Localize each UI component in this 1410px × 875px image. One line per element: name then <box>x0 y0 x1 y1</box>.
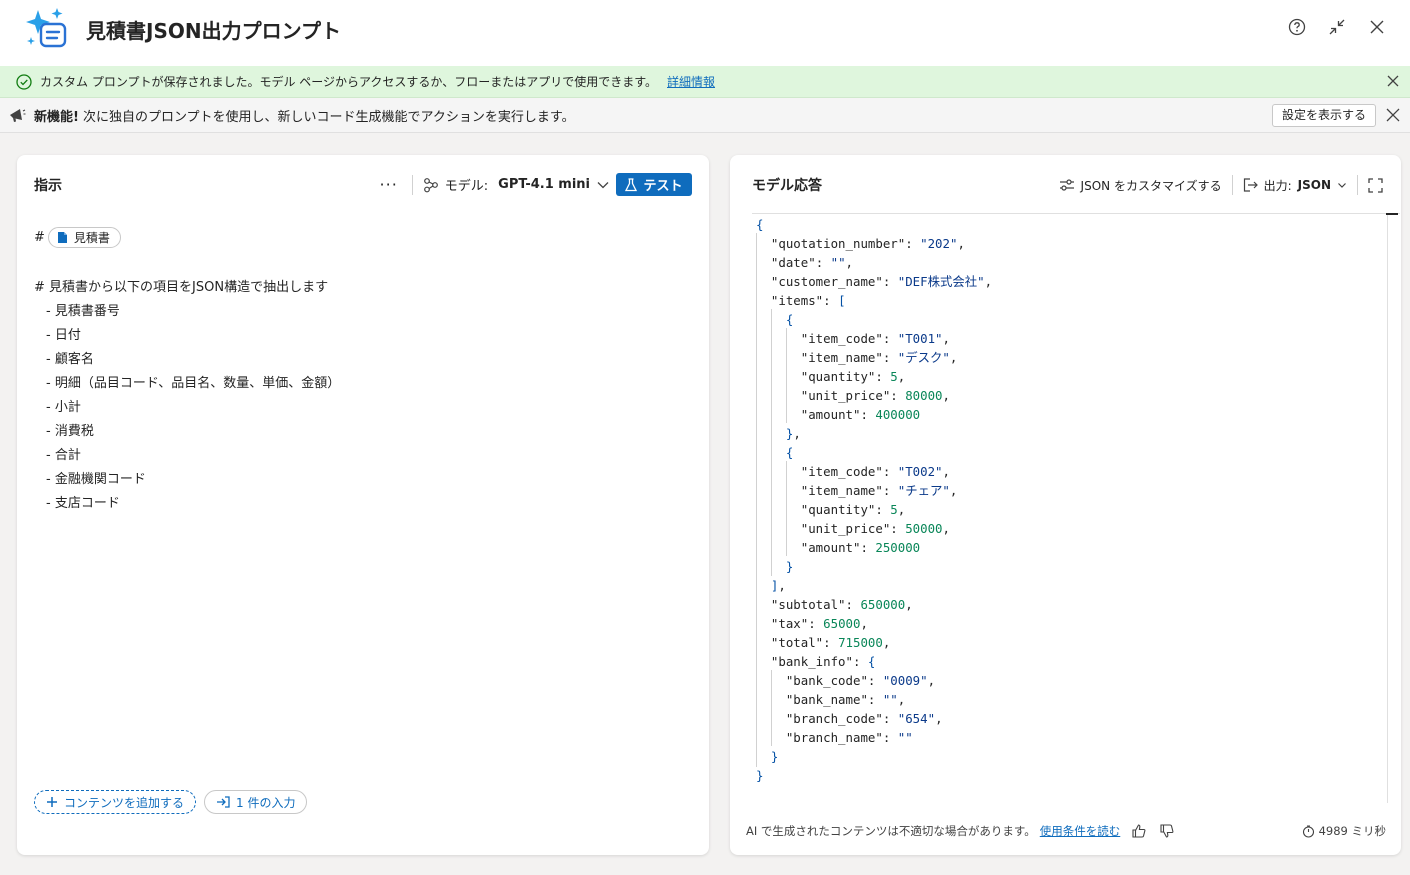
divider <box>752 213 1400 214</box>
plus-icon <box>47 797 57 807</box>
divider <box>1357 175 1358 195</box>
inputs-label: 1 件の入力 <box>236 795 296 810</box>
document-icon <box>57 232 67 243</box>
megaphone-icon <box>10 109 26 122</box>
success-message: カスタム プロンプトが保存されました。モデル ページからアクセスするか、フローま… <box>40 75 657 89</box>
instruction-heading: # 見積書から以下の項目をJSON構造で抽出します <box>34 280 329 295</box>
customize-json-button[interactable]: JSON をカスタマイズする <box>1059 177 1222 194</box>
model-icon <box>423 177 438 192</box>
check-circle-icon <box>16 73 32 90</box>
collapse-icon[interactable] <box>1326 16 1348 38</box>
input-chip-label: 見積書 <box>73 231 110 245</box>
close-icon[interactable] <box>1386 74 1400 88</box>
divider <box>1231 175 1233 195</box>
test-button-label: テスト <box>643 179 683 194</box>
add-content-label: コンテンツを追加する <box>64 795 185 810</box>
new-feature-banner: 新機能! 次に独自のプロンプトを使用し、新しいコード生成機能でアクションを実行し… <box>0 98 1410 133</box>
inputs-button[interactable]: 1 件の入力 <box>204 790 308 814</box>
close-icon[interactable] <box>1366 16 1388 38</box>
output-format-dropdown[interactable]: 出力: JSON <box>1243 177 1347 194</box>
details-link[interactable]: 詳細情報 <box>667 73 715 90</box>
elapsed-time-value: 4989 ミリ秒 <box>1318 824 1386 838</box>
close-icon[interactable] <box>1386 108 1400 122</box>
ai-disclaimer: AI で生成されたコンテンツは不適切な場合があります。 <box>746 824 1036 838</box>
response-footer: AI で生成されたコンテンツは不適切な場合があります。 使用条件を読む 4989… <box>746 823 1386 839</box>
scrollbar-thumb[interactable] <box>1386 213 1398 215</box>
instruction-item: - 明細（品目コード、品目名、数量、単価、金額） <box>46 376 341 391</box>
model-label: モデル: <box>444 179 489 194</box>
test-button[interactable]: テスト <box>616 173 692 196</box>
settings-sliders-icon <box>1059 179 1074 191</box>
instruction-item: - 支店コード <box>46 496 120 511</box>
fullscreen-icon[interactable] <box>1368 177 1383 193</box>
chevron-down-icon[interactable] <box>596 178 610 192</box>
output-label: 出力: <box>1263 178 1292 193</box>
beaker-icon <box>625 177 638 191</box>
model-selector[interactable]: GPT-4.1 mini <box>498 177 590 192</box>
instruction-item: - 合計 <box>46 448 81 463</box>
customize-json-label: JSON をカスタマイズする <box>1080 178 1222 193</box>
chevron-down-icon <box>1338 183 1346 188</box>
reference-prefix: # <box>34 230 45 245</box>
instructions-editor[interactable]: # 見積書から以下の項目をJSON構造で抽出します - 見積書番号 - 日付 -… <box>34 276 340 516</box>
json-code: { "quotation_number": "202", "date": "",… <box>756 217 993 783</box>
scrollbar-track[interactable] <box>1387 213 1388 803</box>
export-icon <box>1243 178 1258 192</box>
new-feature-message: 次に独自のプロンプトを使用し、新しいコード生成機能でアクションを実行します。 <box>82 109 575 125</box>
instruction-item: - 見積書番号 <box>46 304 120 319</box>
elapsed-time: 4989 ミリ秒 <box>1302 823 1386 839</box>
model-response-panel: モデル応答 JSON をカスタマイズする 出力: JSON { "quotati… <box>730 155 1401 855</box>
copilot-prompt-icon <box>26 8 67 48</box>
instruction-item: - 顧客名 <box>46 352 94 367</box>
instructions-panel: 指示 ··· モデル: GPT-4.1 mini テスト # 見積書 # 見積書… <box>17 155 709 855</box>
instruction-item: - 日付 <box>46 328 81 343</box>
page-title: 見積書JSON出力プロンプト <box>86 19 341 43</box>
json-output[interactable]: { "quotation_number": "202", "date": "",… <box>752 213 1400 803</box>
instruction-item: - 小計 <box>46 400 81 415</box>
more-options-button[interactable]: ··· <box>380 175 398 194</box>
thumbs-down-icon[interactable] <box>1160 824 1174 838</box>
model-response-title: モデル応答 <box>752 178 822 194</box>
input-chip[interactable]: 見積書 <box>47 227 121 248</box>
input-icon <box>217 796 230 808</box>
instructions-title: 指示 <box>34 178 62 194</box>
new-feature-label: 新機能! <box>34 109 79 125</box>
output-value: JSON <box>1297 178 1331 192</box>
instruction-item: - 消費税 <box>46 424 94 439</box>
thumbs-up-icon[interactable] <box>1132 824 1146 838</box>
instruction-item: - 金融機関コード <box>46 472 146 487</box>
divider <box>411 174 413 195</box>
timer-icon <box>1302 824 1314 838</box>
top-bar: 見積書JSON出力プロンプト <box>0 0 1410 66</box>
add-content-button[interactable]: コンテンツを追加する <box>34 790 197 814</box>
success-banner: カスタム プロンプトが保存されました。モデル ページからアクセスするか、フローま… <box>0 66 1410 98</box>
terms-link[interactable]: 使用条件を読む <box>1040 823 1121 839</box>
help-icon[interactable] <box>1286 16 1308 38</box>
show-settings-button[interactable]: 設定を表示する <box>1271 104 1376 127</box>
input-reference: # 見積書 <box>34 227 121 248</box>
